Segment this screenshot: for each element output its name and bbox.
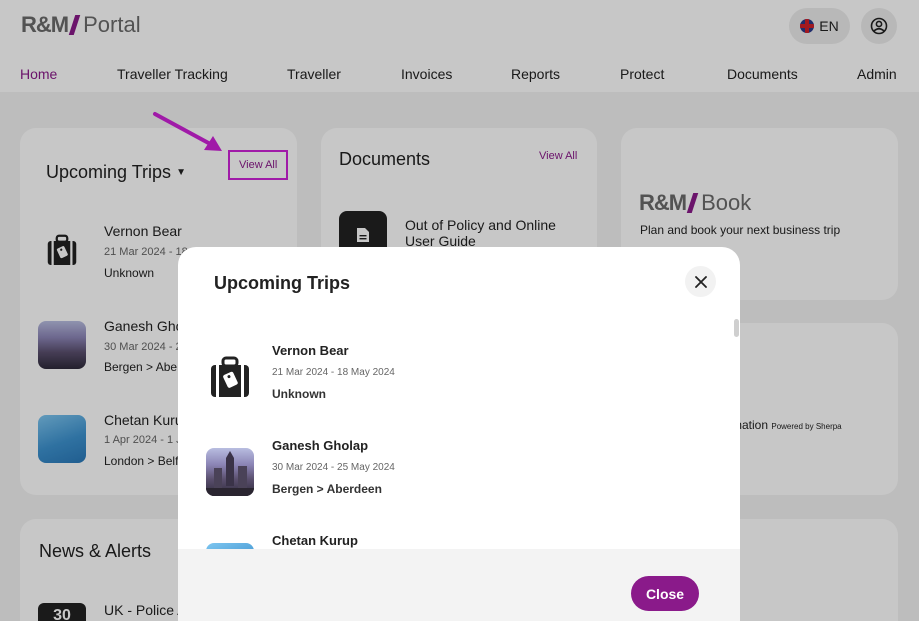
modal-trip-item[interactable]: Ganesh Gholap 30 Mar 2024 - 25 May 2024 … [178, 434, 718, 504]
city-thumbnail [206, 448, 254, 496]
upcoming-trips-modal: Upcoming Trips Vernon Bear 21 Mar 2024 -… [178, 247, 740, 621]
view-all-highlight-box [228, 150, 288, 180]
modal-footer: Close [178, 549, 740, 621]
suitcase-icon [211, 356, 249, 397]
modal-close-x-button[interactable] [685, 266, 716, 297]
modal-scrollbar-thumb[interactable] [734, 319, 739, 337]
modal-trip-route: Unknown [272, 387, 326, 401]
modal-trip-name: Vernon Bear [272, 343, 349, 358]
modal-trip-item[interactable]: Chetan Kurup [178, 529, 718, 549]
modal-trip-date: 30 Mar 2024 - 25 May 2024 [272, 462, 395, 473]
modal-trip-list[interactable]: Vernon Bear 21 Mar 2024 - 18 May 2024 Un… [178, 319, 740, 549]
modal-trip-item[interactable]: Vernon Bear 21 Mar 2024 - 18 May 2024 Un… [178, 339, 718, 409]
close-icon [694, 275, 707, 288]
modal-trip-date: 21 Mar 2024 - 18 May 2024 [272, 367, 395, 378]
annotation-arrow-icon [153, 112, 222, 151]
modal-title: Upcoming Trips [214, 273, 351, 293]
modal-trip-name: Ganesh Gholap [272, 438, 369, 453]
modal-trip-name: Chetan Kurup [272, 533, 358, 548]
modal-trip-route: Bergen > Aberdeen [272, 482, 382, 496]
modal-close-button[interactable]: Close [631, 576, 699, 611]
